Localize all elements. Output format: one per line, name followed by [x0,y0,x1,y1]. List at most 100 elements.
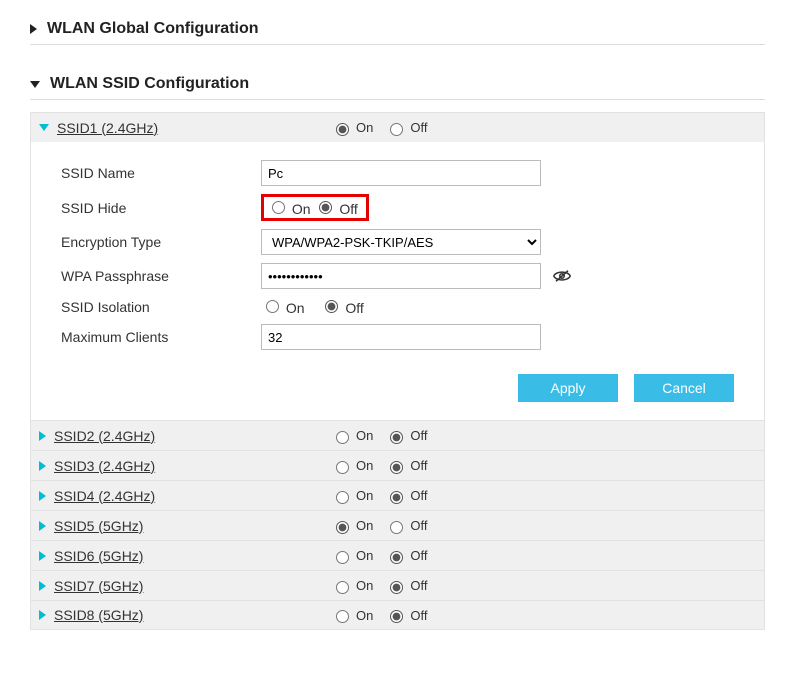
ssid-name-input[interactable] [261,160,541,186]
ssid-enable-off-label[interactable]: Off [385,607,427,623]
ssid-enable-off-radio[interactable] [390,491,403,504]
chevron-right-icon [39,581,46,591]
ssid-enable-off-label[interactable]: Off [385,518,427,534]
off-text: Off [410,518,427,533]
ssid-isolation-label: SSID Isolation [31,299,261,315]
on-text: On [292,201,311,217]
ssid-enable-on-label[interactable]: On [331,458,373,474]
ssid-link-ssid1[interactable]: SSID1 (2.4GHz) [57,120,158,136]
ssid-enable-on-label[interactable]: On [331,548,373,564]
ssid-enable-on-radio[interactable] [336,431,349,444]
ssid-row-ssid1[interactable]: SSID1 (2.4GHz) On Off [30,112,765,142]
ssid-enable-group: On Off [331,488,437,504]
ssid-enable-on-radio[interactable] [336,521,349,534]
ssid-enable-off-radio[interactable] [390,521,403,534]
ssid1-enable-off-radio[interactable] [390,123,403,136]
ssid-isolation-on-radio[interactable] [266,300,279,313]
ssid-row[interactable]: SSID6 (5GHz) On Off [30,540,765,570]
ssid-enable-on-label[interactable]: On [331,428,373,444]
chevron-right-icon [39,461,46,471]
ssid-panel: SSID1 (2.4GHz) On Off SSID Name [30,112,765,630]
ssid-enable-off-radio[interactable] [390,551,403,564]
chevron-right-icon [39,431,46,441]
ssid-isolation-off-label[interactable]: Off [320,297,363,316]
ssid-enable-on-radio[interactable] [336,491,349,504]
off-text: Off [410,608,427,623]
chevron-right-icon [39,491,46,501]
on-text: On [356,428,373,443]
ssid-enable-off-label[interactable]: Off [385,428,427,444]
encryption-type-label: Encryption Type [31,234,261,250]
section-title-global: WLAN Global Configuration [47,20,259,38]
ssid-link[interactable]: SSID4 (2.4GHz) [54,488,155,504]
max-clients-input[interactable] [261,324,541,350]
ssid-link[interactable]: SSID5 (5GHz) [54,518,143,534]
ssid-enable-off-label[interactable]: Off [385,488,427,504]
ssid-isolation-on-label[interactable]: On [261,297,305,316]
ssid-enable-on-label[interactable]: On [331,518,373,534]
ssid-enable-group: On Off [331,458,437,474]
off-text: Off [410,458,427,473]
ssid1-enable-group: On Off [331,120,437,136]
off-text: Off [410,488,427,503]
ssid-enable-on-radio[interactable] [336,461,349,474]
on-text: On [286,300,305,316]
chevron-down-icon [39,124,49,131]
ssid-row[interactable]: SSID5 (5GHz) On Off [30,510,765,540]
off-text: Off [339,201,357,217]
section-header-global[interactable]: WLAN Global Configuration [30,10,765,45]
ssid1-detail: SSID Name SSID Hide On [30,142,765,420]
ssid-hide-off-label[interactable]: Off [314,198,357,217]
ssid-enable-off-radio[interactable] [390,610,403,623]
ssid-enable-on-radio[interactable] [336,610,349,623]
ssid-enable-off-radio[interactable] [390,581,403,594]
ssid-enable-off-radio[interactable] [390,461,403,474]
off-text: Off [410,548,427,563]
ssid-row[interactable]: SSID7 (5GHz) On Off [30,570,765,600]
ssid-row[interactable]: SSID8 (5GHz) On Off [30,600,765,630]
ssid-link[interactable]: SSID7 (5GHz) [54,578,143,594]
ssid-hide-off-radio[interactable] [319,201,332,214]
ssid-enable-on-label[interactable]: On [331,578,373,594]
ssid-row[interactable]: SSID3 (2.4GHz) On Off [30,450,765,480]
max-clients-label: Maximum Clients [31,329,261,345]
off-text: Off [410,578,427,593]
chevron-right-icon [30,24,37,34]
ssid-enable-on-label[interactable]: On [331,607,373,623]
ssid-enable-on-label[interactable]: On [331,488,373,504]
ssid-isolation-off-radio[interactable] [325,300,338,313]
ssid-link[interactable]: SSID2 (2.4GHz) [54,428,155,444]
ssid1-enable-on-label[interactable]: On [331,120,373,136]
ssid-link[interactable]: SSID8 (5GHz) [54,607,143,623]
ssid-hide-on-label[interactable]: On [267,198,311,217]
on-text: On [356,578,373,593]
ssid-enable-on-radio[interactable] [336,581,349,594]
section-title-ssid: WLAN SSID Configuration [50,75,249,93]
ssid-enable-group: On Off [331,428,437,444]
ssid-row[interactable]: SSID4 (2.4GHz) On Off [30,480,765,510]
section-header-ssid[interactable]: WLAN SSID Configuration [30,65,765,100]
ssid-hide-label: SSID Hide [31,200,261,216]
wpa-passphrase-label: WPA Passphrase [31,268,261,284]
ssid-enable-on-radio[interactable] [336,551,349,564]
ssid-hide-on-radio[interactable] [272,201,285,214]
ssid-enable-off-label[interactable]: Off [385,548,427,564]
apply-button[interactable]: Apply [518,374,618,402]
ssid1-enable-off-label[interactable]: Off [385,120,427,136]
ssid1-enable-on-radio[interactable] [336,123,349,136]
cancel-button[interactable]: Cancel [634,374,734,402]
on-text: On [356,120,373,135]
chevron-right-icon [39,551,46,561]
eye-icon[interactable] [553,269,571,283]
wpa-passphrase-input[interactable] [261,263,541,289]
ssid-hide-highlight: On Off [261,194,369,221]
on-text: On [356,488,373,503]
ssid-link[interactable]: SSID3 (2.4GHz) [54,458,155,474]
encryption-type-select[interactable]: WPA/WPA2-PSK-TKIP/AES [261,229,541,255]
ssid-link[interactable]: SSID6 (5GHz) [54,548,143,564]
ssid-enable-off-label[interactable]: Off [385,578,427,594]
on-text: On [356,458,373,473]
ssid-row[interactable]: SSID2 (2.4GHz) On Off [30,420,765,450]
ssid-enable-off-label[interactable]: Off [385,458,427,474]
ssid-enable-off-radio[interactable] [390,431,403,444]
